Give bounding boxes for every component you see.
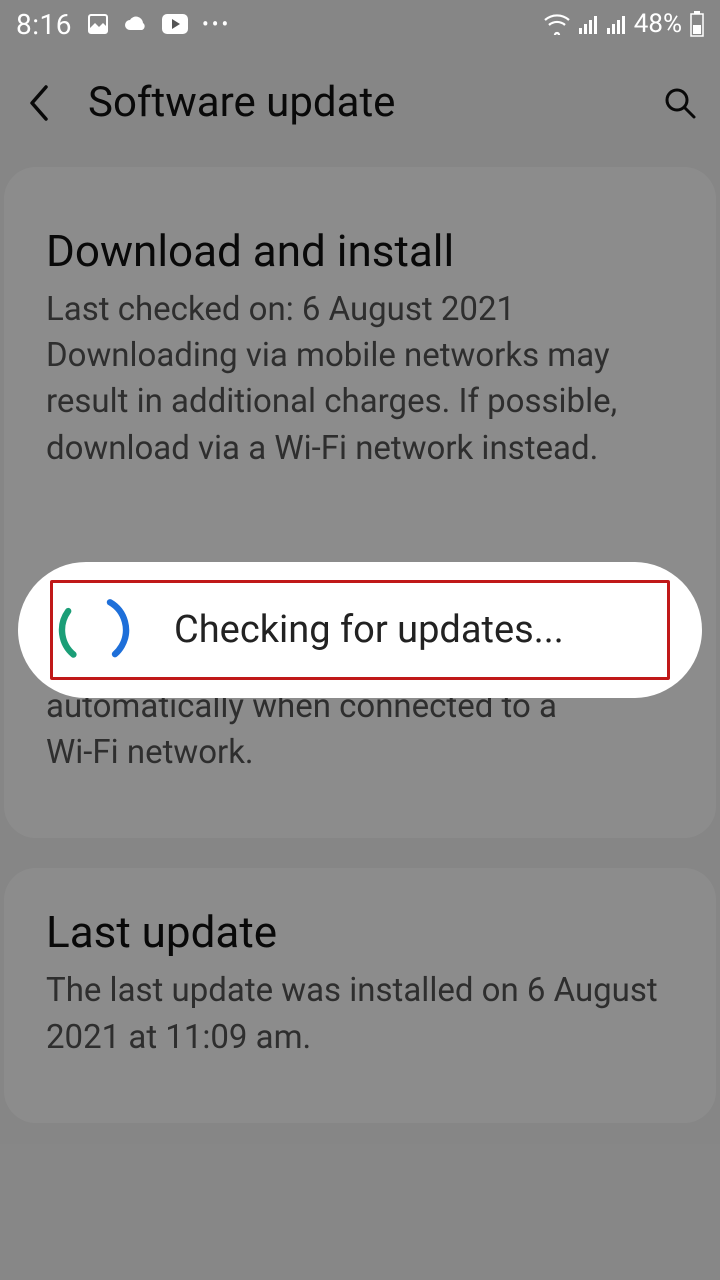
- image-icon: [86, 12, 110, 36]
- signal-1-icon: [578, 14, 598, 34]
- signal-2-icon: [606, 14, 626, 34]
- more-icon: •••: [202, 12, 231, 36]
- cloud-icon: [124, 14, 148, 34]
- dialog-message: Checking for updates...: [174, 608, 564, 652]
- status-time: 8:16: [16, 8, 72, 41]
- checking-updates-dialog: Checking for updates...: [18, 562, 702, 698]
- status-bar: 8:16 ••• 48%: [0, 0, 720, 48]
- battery-percent: 48%: [634, 9, 682, 39]
- youtube-icon: [162, 14, 188, 34]
- loading-spinner-icon: [54, 590, 134, 670]
- battery-icon: [690, 11, 704, 37]
- wifi-icon: [544, 13, 570, 35]
